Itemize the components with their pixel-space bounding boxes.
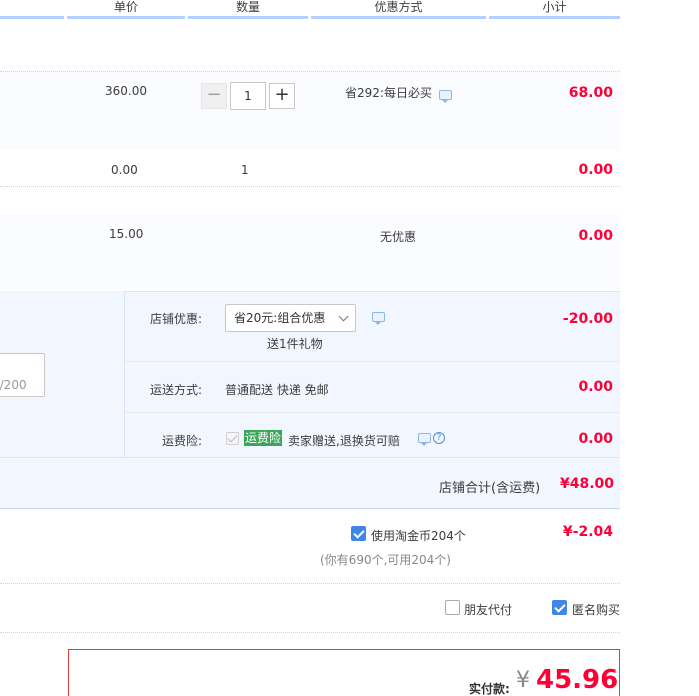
shop-total-label: 店铺合计(含运费) [439, 481, 541, 496]
row-divider [0, 632, 620, 633]
chevron-down-icon [338, 311, 349, 322]
chat-icon[interactable] [372, 312, 385, 325]
column-header-subtotal: 小计 [489, 0, 620, 19]
column-header-qty-label: 数量 [235, 0, 260, 14]
column-header-price: 单价 [67, 0, 185, 19]
coupon-selected-value: 省20元:组合优惠 [234, 311, 326, 325]
item-subtotal: 0.00 [578, 228, 613, 244]
row-divider [0, 186, 620, 187]
coupon-gift-text: 送1件礼物 [267, 337, 323, 351]
item-unit-price: 0.00 [111, 163, 138, 177]
payment-currency: ¥ [516, 668, 530, 693]
insurance-checkbox[interactable] [226, 432, 239, 445]
coins-amount: ¥-2.04 [562, 524, 613, 540]
item-subtotal: 0.00 [578, 162, 613, 178]
insurance-tag: 运费险 [244, 430, 283, 446]
anonymous-checkbox[interactable] [552, 600, 567, 615]
insurance-label: 运费险: [162, 434, 203, 448]
quantity-decrease-button[interactable]: − [201, 83, 227, 109]
shipping-value: 普通配送 快递 免邮 [225, 383, 329, 397]
column-header-left [0, 0, 64, 19]
item-unit-price: 15.00 [109, 227, 144, 241]
quantity-input[interactable]: 1 [230, 82, 266, 110]
coins-hint: (你有690个,可用204个) [320, 553, 451, 567]
coupon-label: 店铺优惠: [150, 312, 203, 326]
insurance-desc: 卖家赠送,退换货可赔 [288, 434, 400, 448]
item-discount: 省292:每日必买 [345, 86, 432, 100]
column-header-qty: 数量 [188, 0, 308, 19]
row-divider [0, 583, 620, 584]
friend-pay-checkbox[interactable] [445, 600, 460, 615]
item-subtotal: 68.00 [568, 85, 613, 101]
coupon-select[interactable]: 省20元:组合优惠 [225, 304, 356, 332]
insurance-amount: 0.00 [578, 431, 613, 447]
item-unit-price: 360.00 [105, 84, 147, 98]
payment-label: 实付款: [469, 682, 510, 696]
chat-icon[interactable] [418, 433, 431, 446]
friend-pay-label[interactable]: 朋友代付 [464, 601, 512, 618]
payment-amount: 45.96 [536, 665, 619, 695]
column-header-discount-label: 优惠方式 [374, 0, 423, 14]
quantity-increase-button[interactable]: + [269, 83, 295, 109]
column-header-discount: 优惠方式 [311, 0, 486, 19]
coupon-amount: -20.00 [562, 311, 613, 327]
chat-icon[interactable] [439, 90, 452, 103]
table-row [0, 72, 620, 150]
coins-checkbox[interactable] [351, 526, 366, 541]
shop-total-amount: ¥48.00 [559, 476, 614, 492]
item-discount: 无优惠 [380, 230, 417, 244]
shipping-amount: 0.00 [578, 379, 613, 395]
column-header-price-label: 单价 [113, 0, 138, 14]
message-char-count: 0/200 [0, 378, 27, 392]
anonymous-label[interactable]: 匿名购买 [572, 601, 620, 618]
column-header-subtotal-label: 小计 [542, 0, 567, 14]
shipping-label: 运送方式: [150, 383, 203, 397]
table-row [0, 214, 620, 290]
item-quantity: 1 [241, 163, 249, 177]
coins-label[interactable]: 使用淘金币204个 [371, 527, 466, 544]
divider [125, 361, 620, 362]
payment-summary: 实付款: ¥ 45.96 [68, 649, 620, 696]
help-icon[interactable]: ? [433, 432, 445, 444]
divider [125, 412, 620, 413]
